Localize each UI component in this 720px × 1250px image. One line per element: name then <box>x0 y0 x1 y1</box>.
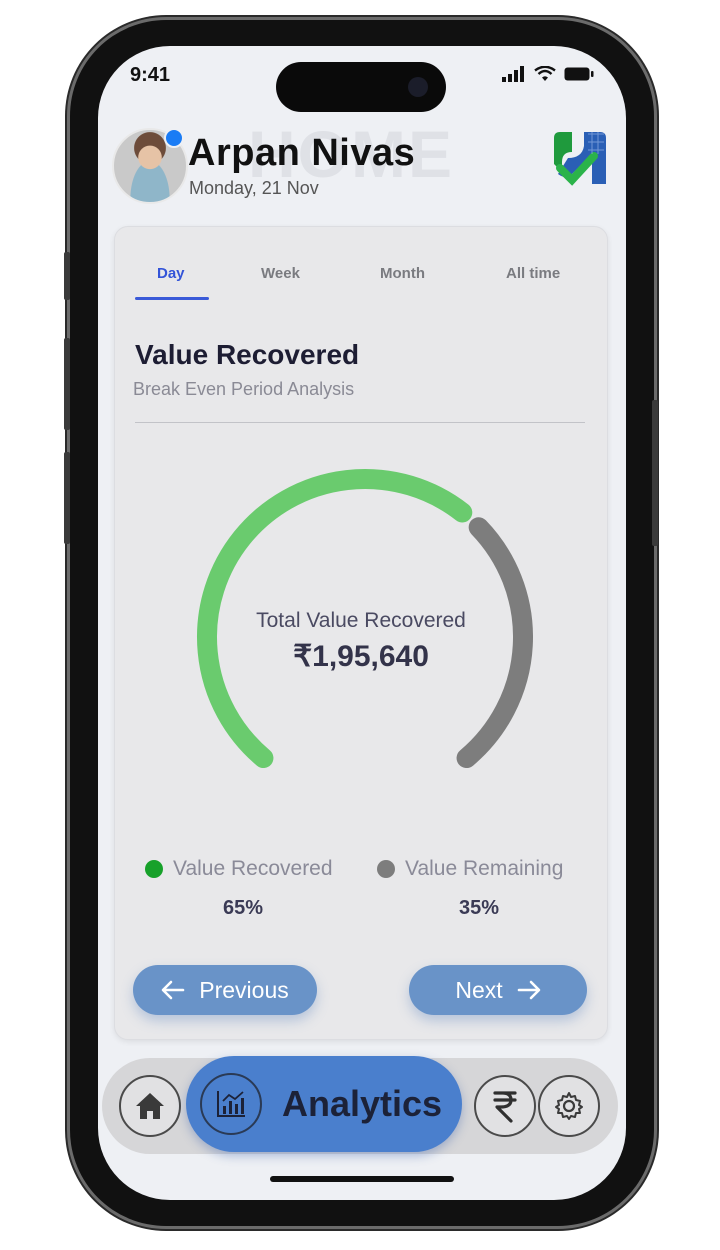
gauge-center-label: Total Value Recovered <box>256 609 466 632</box>
status-time: 9:41 <box>130 64 171 86</box>
arrow-right-icon <box>517 980 540 1000</box>
home-icon <box>136 1093 164 1119</box>
previous-button[interactable]: Previous <box>133 965 317 1015</box>
signal-icon <box>502 66 524 82</box>
tab-all-time[interactable]: All time <box>506 265 560 282</box>
tab-day[interactable]: Day <box>157 265 185 282</box>
rupee-icon <box>493 1091 517 1123</box>
divider <box>135 422 585 423</box>
app-logo <box>554 132 606 186</box>
wifi-icon <box>534 66 556 81</box>
side-button-volume-down <box>64 452 70 544</box>
legend-label-recovered: Value Recovered <box>173 857 333 880</box>
dynamic-island <box>276 62 446 112</box>
legend-recovered: Value Recovered <box>145 857 333 881</box>
nav-home[interactable] <box>119 1075 181 1137</box>
gauge-center-value: ₹1,95,640 <box>293 640 429 673</box>
legend-pct-recovered: 65% <box>223 897 264 919</box>
header-date: Monday, 21 Nov <box>189 178 319 198</box>
settings-icon <box>555 1092 583 1120</box>
side-button-power <box>652 400 658 546</box>
tab-week[interactable]: Week <box>261 265 300 282</box>
card-title: Value Recovered <box>135 339 360 370</box>
nav-settings[interactable] <box>538 1075 600 1137</box>
phone-screen: 9:41 HOME Arpan Nivas Monday, 21 Nov Day… <box>98 46 626 1200</box>
legend-label-remaining: Value Remaining <box>405 857 564 880</box>
side-button-volume-up <box>64 338 70 430</box>
home-indicator <box>270 1176 454 1182</box>
nav-analytics-label: Analytics <box>282 1083 443 1124</box>
tab-month[interactable]: Month <box>380 265 425 282</box>
legend-dot-recovered <box>145 860 163 878</box>
nav-analytics[interactable]: Analytics <box>186 1056 462 1152</box>
nav-rupee[interactable] <box>474 1075 536 1137</box>
status-icons <box>502 66 594 82</box>
user-name: Arpan Nivas <box>188 132 416 174</box>
notification-dot <box>164 128 184 148</box>
next-label: Next <box>455 976 503 1003</box>
camera-icon <box>408 77 428 97</box>
analytics-icon <box>217 1091 245 1117</box>
period-tabs: Day Week Month All time <box>135 257 591 300</box>
analysis-card: Day Week Month All time Value Recovered … <box>114 226 608 1040</box>
previous-label: Previous <box>199 976 289 1003</box>
side-button-action <box>64 252 70 300</box>
legend-pct-remaining: 35% <box>459 897 500 919</box>
active-tab-indicator <box>135 297 209 300</box>
battery-icon <box>564 67 594 81</box>
card-subtitle: Break Even Period Analysis <box>133 379 355 399</box>
legend-dot-remaining <box>377 860 395 878</box>
analytics-icon-wrap <box>200 1073 262 1135</box>
next-button[interactable]: Next <box>409 965 587 1015</box>
arrow-left-icon <box>161 980 185 1000</box>
legend-remaining: Value Remaining <box>377 857 563 881</box>
